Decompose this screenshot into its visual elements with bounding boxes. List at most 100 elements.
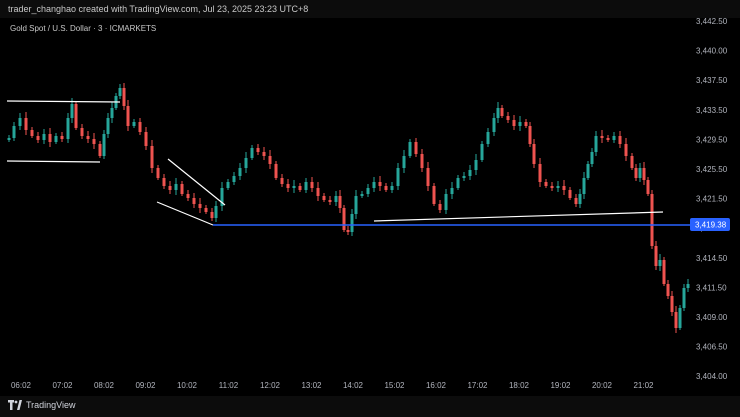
candle-body [226,182,230,188]
publish-info: trader_changhao created with TradingView… [8,4,309,14]
candle-body [590,152,594,164]
candle-body [414,142,418,154]
candle-body [420,154,424,168]
rising-trendline[interactable] [373,211,664,222]
candle-body [642,168,646,180]
price-tick-label: 3,442.50 [696,18,728,26]
candle-body [92,139,96,144]
candle-body [496,108,500,118]
wedge-lower-line[interactable] [156,201,214,226]
candle-body [618,136,622,144]
price-tick-label: 3,425.50 [696,165,728,174]
candle-body [30,130,34,136]
candle-body [86,136,90,139]
current-price-marker: 3,419.38 [690,218,730,231]
time-tick-label: 21:02 [633,381,654,390]
candle-body [562,186,566,190]
candle-body [110,108,114,118]
candle-body [204,208,208,212]
candle-body [238,168,242,176]
candle-body [98,144,102,156]
time-tick-label: 11:02 [219,381,239,390]
candle-body [390,186,394,190]
time-tick-label: 17:02 [467,381,488,390]
candle-body [132,122,136,126]
candle-body [192,198,196,204]
candle-body [354,196,358,214]
candle-body [36,136,40,140]
candle-body [210,212,214,218]
candle-body [186,194,190,198]
candle-body [126,106,130,126]
candle-body [174,184,178,190]
candle-body [568,190,572,198]
price-tick-label: 3,421.50 [696,195,728,204]
candle-body [168,186,172,190]
candle-body [544,182,548,186]
time-tick-label: 19:02 [550,381,571,390]
candle-body [474,160,478,170]
candle-body [468,170,472,176]
price-tick-label: 3,406.50 [696,343,728,352]
tradingview-brand[interactable]: TradingView [8,400,76,410]
candlestick-series [7,83,690,333]
candle-body [650,194,654,246]
candle-body [630,156,634,168]
price-axis: 3,442.50 3,440.00 3,437.50 3,433.50 3,429.50… [696,18,728,381]
candle-body [574,198,578,204]
candle-body [444,194,448,210]
candle-body [524,122,528,126]
candle-body [150,146,154,168]
tradingview-logo-icon [8,400,22,410]
range-bottom-line[interactable] [6,160,101,163]
brand-label: TradingView [26,400,76,410]
candle-body [138,122,142,132]
candle-body [408,142,412,156]
time-tick-label: 12:02 [260,381,281,390]
candle-body [638,168,642,178]
candle-body [7,138,11,140]
time-tick-label: 09:02 [135,381,156,390]
candle-body [366,188,370,194]
candle-body [250,148,254,158]
candle-body [156,168,160,178]
candle-body [538,164,542,182]
candle-body [492,118,496,132]
price-chart[interactable]: 3,442.50 3,440.00 3,437.50 3,433.50 3,429.50… [0,18,740,394]
footer-bar: TradingView [0,396,740,417]
candle-body [578,194,582,204]
candle-body [486,132,490,144]
candle-body [518,122,522,126]
candle-body [674,312,678,328]
wedge-upper-line[interactable] [167,158,226,206]
candle-body [528,126,532,144]
publish-header: trader_changhao created with TradingView… [0,0,740,18]
price-tick-label: 3,411.50 [696,283,727,292]
candle-body [60,136,64,139]
time-tick-label: 20:02 [592,381,613,390]
candle-body [450,188,454,194]
price-tick-label: 3,409.00 [696,313,728,322]
candle-body [334,196,338,202]
candle-body [280,178,284,184]
price-tick-label: 3,437.50 [696,76,728,85]
candle-body [550,186,554,188]
candle-body [654,246,658,266]
candle-body [624,144,628,156]
candle-body [106,118,110,134]
candle-body [244,158,248,168]
candle-body [378,182,382,186]
candle-body [384,186,388,190]
candle-body [66,118,70,139]
candle-body [462,176,466,178]
chart-canvas[interactable]: 3,442.50 3,440.00 3,437.50 3,433.50 3,429.50… [0,18,740,394]
candle-body [214,206,218,218]
candle-body [338,196,342,208]
range-top-line[interactable] [6,100,121,103]
current-price-label: 3,419.38 [695,221,727,230]
candle-body [256,148,260,152]
price-tick-label: 3,404.00 [696,372,728,381]
candle-body [162,178,166,186]
candle-body [426,168,430,186]
time-tick-label: 16:02 [426,381,447,390]
